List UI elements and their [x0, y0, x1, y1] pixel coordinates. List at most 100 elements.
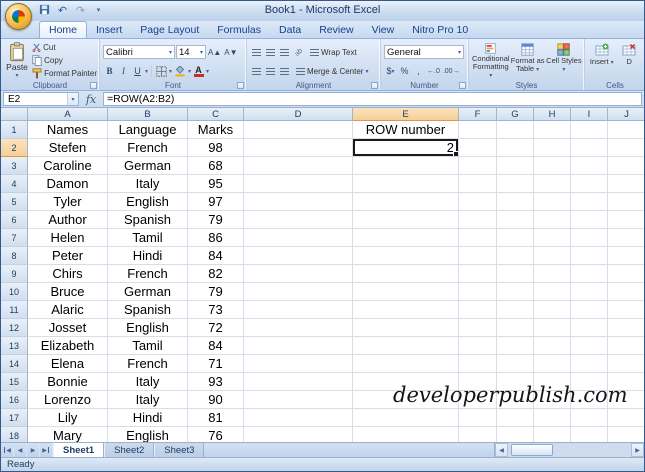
- delete-cells-button[interactable]: D: [616, 41, 644, 80]
- cell-F4[interactable]: [459, 175, 497, 193]
- row-header-18[interactable]: 18: [1, 427, 28, 442]
- cell-B2[interactable]: French: [108, 139, 188, 157]
- cell-E12[interactable]: [353, 319, 459, 337]
- cell-B4[interactable]: Italy: [108, 175, 188, 193]
- cell-J6[interactable]: [608, 211, 644, 229]
- cell-J17[interactable]: [608, 409, 644, 427]
- cell-H8[interactable]: [534, 247, 571, 265]
- cell-E10[interactable]: [353, 283, 459, 301]
- cell-G1[interactable]: [497, 121, 534, 139]
- cell-E14[interactable]: [353, 355, 459, 373]
- cell-E7[interactable]: [353, 229, 459, 247]
- cut-button[interactable]: Cut: [32, 41, 97, 53]
- cell-C3[interactable]: 68: [188, 157, 244, 175]
- align-top-button[interactable]: [250, 45, 263, 59]
- cell-B16[interactable]: Italy: [108, 391, 188, 409]
- row-header-8[interactable]: 8: [1, 247, 28, 265]
- row-header-11[interactable]: 11: [1, 301, 28, 319]
- cell-D17[interactable]: [244, 409, 353, 427]
- cell-F14[interactable]: [459, 355, 497, 373]
- cell-J9[interactable]: [608, 265, 644, 283]
- comma-style-button[interactable]: ,: [412, 64, 425, 78]
- cell-A15[interactable]: Bonnie: [28, 373, 108, 391]
- row-header-15[interactable]: 15: [1, 373, 28, 391]
- cell-D9[interactable]: [244, 265, 353, 283]
- cell-G14[interactable]: [497, 355, 534, 373]
- cell-H7[interactable]: [534, 229, 571, 247]
- cell-A12[interactable]: Josset: [28, 319, 108, 337]
- cell-A18[interactable]: Mary: [28, 427, 108, 442]
- ribbon-tab-view[interactable]: View: [363, 22, 404, 38]
- cell-F8[interactable]: [459, 247, 497, 265]
- cell-D11[interactable]: [244, 301, 353, 319]
- cell-B13[interactable]: Tamil: [108, 337, 188, 355]
- cell-C16[interactable]: 90: [188, 391, 244, 409]
- office-button[interactable]: [5, 3, 32, 30]
- cell-D14[interactable]: [244, 355, 353, 373]
- cell-C15[interactable]: 93: [188, 373, 244, 391]
- underline-dropdown-arrow[interactable]: ▾: [145, 68, 148, 75]
- column-header-A[interactable]: A: [28, 108, 108, 121]
- cell-J2[interactable]: [608, 139, 644, 157]
- cell-J11[interactable]: [608, 301, 644, 319]
- cell-D8[interactable]: [244, 247, 353, 265]
- cell-C17[interactable]: 81: [188, 409, 244, 427]
- cell-J12[interactable]: [608, 319, 644, 337]
- font-dialog-launcher[interactable]: [237, 82, 244, 89]
- ribbon-tab-insert[interactable]: Insert: [87, 22, 131, 38]
- decrease-font-button[interactable]: A▼: [223, 45, 238, 59]
- cell-D3[interactable]: [244, 157, 353, 175]
- cell-F18[interactable]: [459, 427, 497, 442]
- ribbon-tab-formulas[interactable]: Formulas: [208, 22, 270, 38]
- column-header-J[interactable]: J: [608, 108, 644, 121]
- cell-H12[interactable]: [534, 319, 571, 337]
- cell-C13[interactable]: 84: [188, 337, 244, 355]
- cell-D16[interactable]: [244, 391, 353, 409]
- column-header-I[interactable]: I: [571, 108, 608, 121]
- cell-H9[interactable]: [534, 265, 571, 283]
- number-dialog-launcher[interactable]: [459, 82, 466, 89]
- cell-I2[interactable]: [571, 139, 608, 157]
- cell-G9[interactable]: [497, 265, 534, 283]
- wrap-text-button[interactable]: Wrap Text: [310, 46, 357, 59]
- cell-I10[interactable]: [571, 283, 608, 301]
- cell-J10[interactable]: [608, 283, 644, 301]
- cell-B1[interactable]: Language: [108, 121, 188, 139]
- first-sheet-button[interactable]: ◀: [1, 443, 14, 457]
- cell-A3[interactable]: Caroline: [28, 157, 108, 175]
- format-as-table-button[interactable]: Format as Table ▾: [510, 41, 546, 80]
- cell-B3[interactable]: German: [108, 157, 188, 175]
- cell-E13[interactable]: [353, 337, 459, 355]
- cell-C9[interactable]: 82: [188, 265, 244, 283]
- cell-H13[interactable]: [534, 337, 571, 355]
- cell-B8[interactable]: Hindi: [108, 247, 188, 265]
- cell-B9[interactable]: French: [108, 265, 188, 283]
- cell-F9[interactable]: [459, 265, 497, 283]
- cell-F5[interactable]: [459, 193, 497, 211]
- cell-I18[interactable]: [571, 427, 608, 442]
- cell-I13[interactable]: [571, 337, 608, 355]
- cell-A7[interactable]: Helen: [28, 229, 108, 247]
- cell-I6[interactable]: [571, 211, 608, 229]
- fill-handle[interactable]: [453, 151, 458, 156]
- cell-I7[interactable]: [571, 229, 608, 247]
- cell-A17[interactable]: Lily: [28, 409, 108, 427]
- cell-I3[interactable]: [571, 157, 608, 175]
- cell-B14[interactable]: French: [108, 355, 188, 373]
- row-header-13[interactable]: 13: [1, 337, 28, 355]
- cell-I17[interactable]: [571, 409, 608, 427]
- select-all-corner[interactable]: [1, 108, 28, 121]
- cell-J3[interactable]: [608, 157, 644, 175]
- cell-G17[interactable]: [497, 409, 534, 427]
- cell-E6[interactable]: [353, 211, 459, 229]
- cell-C2[interactable]: 98: [188, 139, 244, 157]
- cell-A16[interactable]: Lorenzo: [28, 391, 108, 409]
- sheet-tab-sheet1[interactable]: Sheet1: [53, 442, 105, 457]
- cell-J5[interactable]: [608, 193, 644, 211]
- cell-D7[interactable]: [244, 229, 353, 247]
- cell-A6[interactable]: Author: [28, 211, 108, 229]
- font-color-dropdown-arrow[interactable]: ▾: [206, 68, 209, 75]
- cell-D12[interactable]: [244, 319, 353, 337]
- cell-C18[interactable]: 76: [188, 427, 244, 442]
- ribbon-tab-home[interactable]: Home: [39, 21, 88, 39]
